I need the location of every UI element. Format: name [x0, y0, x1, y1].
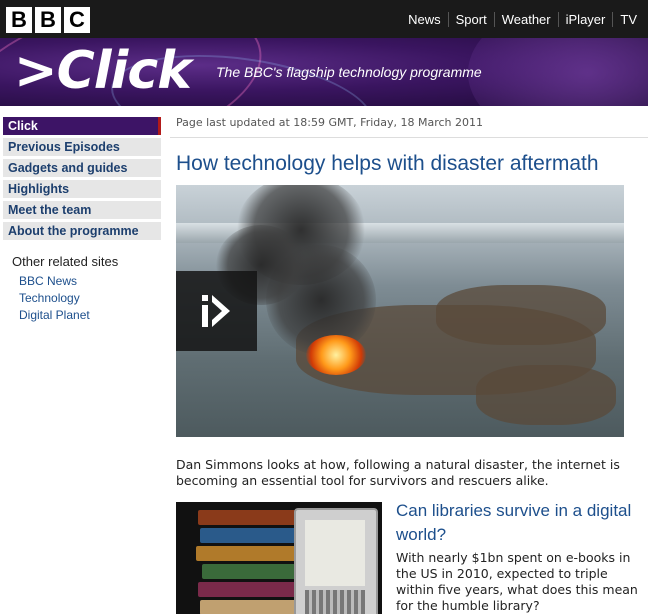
play-icon: [202, 295, 230, 327]
nav-sport[interactable]: Sport: [447, 11, 494, 27]
global-nav: News Sport Weather iPlayer TV: [401, 0, 644, 38]
story-summary: With nearly $1bn spent on e-books in the…: [396, 550, 638, 613]
story-headline[interactable]: Can libraries survive in a digital world…: [396, 499, 636, 547]
banner-decoration: [468, 38, 648, 106]
play-button[interactable]: [176, 271, 257, 351]
sidebar-item-highlights[interactable]: Highlights: [3, 180, 161, 198]
related-sites-heading: Other related sites: [12, 254, 119, 269]
related-sites-list: BBC News Technology Digital Planet: [19, 273, 90, 324]
logo-letter: B: [6, 7, 32, 33]
top-bar: B B C News Sport Weather iPlayer TV: [0, 0, 648, 38]
image-debris: [476, 365, 616, 425]
related-link-digital-planet[interactable]: Digital Planet: [19, 307, 90, 324]
click-logo[interactable]: >Click: [14, 40, 192, 102]
nav-news[interactable]: News: [401, 12, 448, 27]
bbc-logo[interactable]: B B C: [6, 7, 90, 33]
related-link-bbc-news[interactable]: BBC News: [19, 273, 90, 290]
thumbnail-book: [200, 600, 304, 614]
feature-headline[interactable]: How technology helps with disaster after…: [176, 152, 599, 176]
thumbnail-book: [200, 528, 304, 543]
nav-weather[interactable]: Weather: [493, 11, 558, 27]
image-fire: [306, 335, 366, 375]
sidebar-item-gadgets-guides[interactable]: Gadgets and guides: [3, 159, 161, 177]
sidebar-item-previous-episodes[interactable]: Previous Episodes: [3, 138, 161, 156]
thumbnail-ereader: [294, 508, 378, 614]
last-updated: Page last updated at 18:59 GMT, Friday, …: [176, 116, 484, 129]
logo-letter: B: [35, 7, 61, 33]
sidebar-nav: Click Previous Episodes Gadgets and guid…: [3, 117, 161, 243]
sidebar-item-about[interactable]: About the programme: [3, 222, 161, 240]
divider: [170, 137, 648, 138]
nav-iplayer[interactable]: iPlayer: [557, 11, 613, 27]
related-link-technology[interactable]: Technology: [19, 290, 90, 307]
sidebar-item-meet-team[interactable]: Meet the team: [3, 201, 161, 219]
ereader-keyboard: [305, 590, 365, 614]
ereader-screen: [305, 520, 365, 586]
thumbnail-book: [196, 546, 308, 561]
nav-tv[interactable]: TV: [612, 11, 644, 27]
story-thumbnail[interactable]: [176, 502, 382, 614]
image-debris: [436, 285, 606, 345]
logo-letter: C: [64, 7, 90, 33]
feature-description: Dan Simmons looks at how, following a na…: [176, 457, 620, 488]
banner-tagline: The BBC's flagship technology programme: [216, 64, 482, 80]
thumbnail-book: [198, 582, 306, 597]
programme-banner: >Click The BBC's flagship technology pro…: [0, 38, 648, 106]
thumbnail-book: [202, 564, 302, 579]
thumbnail-book: [198, 510, 308, 525]
sidebar-item-click[interactable]: Click: [3, 117, 161, 135]
